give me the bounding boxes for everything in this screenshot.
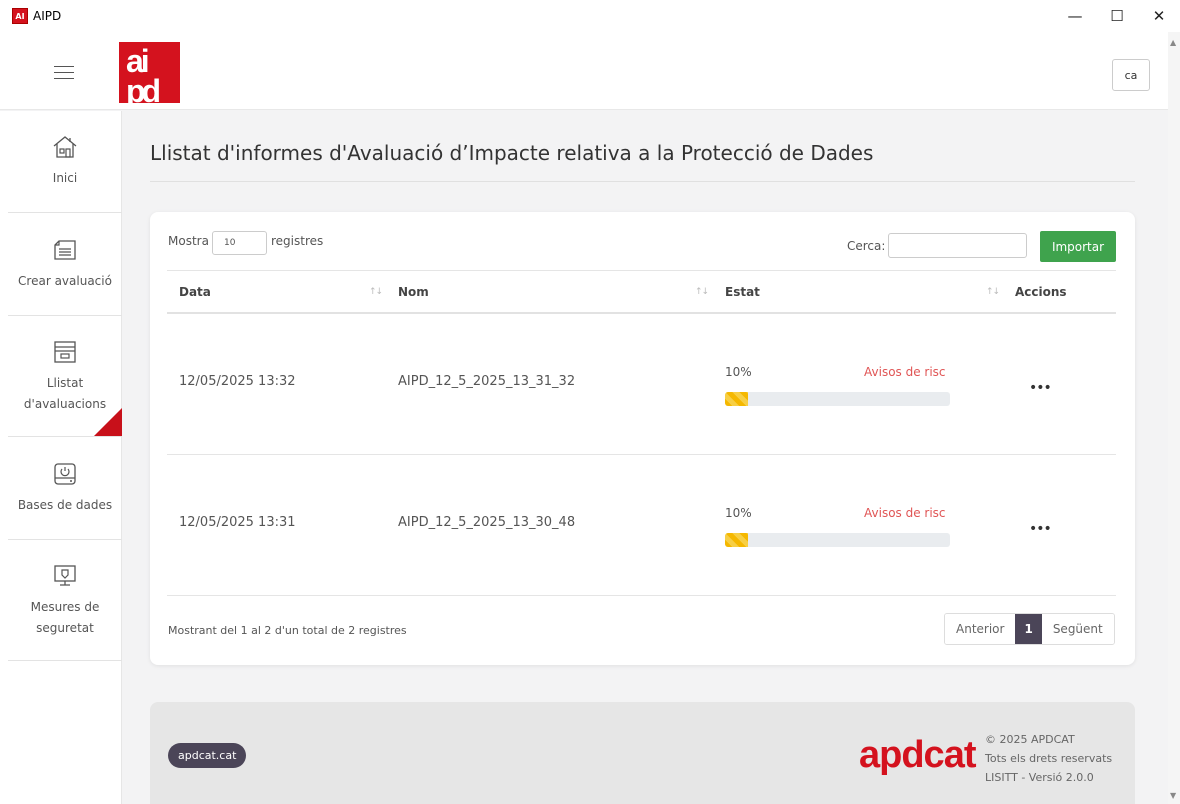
column-header-actions: Accions <box>1015 285 1067 299</box>
evaluations-table-card: Mostra 10 registres Cerca: Importar Data… <box>150 212 1135 665</box>
table-info: Mostrant del 1 al 2 d'un total de 2 regi… <box>168 624 407 637</box>
actions-menu-icon[interactable]: ••• <box>1029 521 1052 537</box>
close-button[interactable]: ✕ <box>1138 0 1180 32</box>
import-button[interactable]: Importar <box>1040 231 1116 262</box>
vertical-scrollbar[interactable]: ▲ ▼ <box>1168 32 1180 804</box>
progress-fill <box>725 533 748 547</box>
sidebar: Inici Crear avaluació Llistat d'avaluaci… <box>0 111 122 804</box>
folder-list-icon <box>54 340 76 363</box>
scroll-up-icon[interactable]: ▲ <box>1170 38 1176 47</box>
footer-info: © 2025 APDCAT Tots els drets reservats L… <box>985 730 1112 787</box>
aipd-logo: ai pd <box>119 42 180 103</box>
pagination: Anterior 1 Següent <box>944 613 1115 645</box>
title-divider <box>150 181 1135 182</box>
table-header: Data ↑↓ Nom ↑↓ Estat ↑↓ Accions <box>167 270 1116 314</box>
security-monitor-icon <box>54 564 76 586</box>
app-icon: AI <box>12 8 28 24</box>
app-header: ai pd ca <box>0 32 1168 110</box>
sort-icon[interactable]: ↑↓ <box>986 287 1000 297</box>
row-name: AIPD_12_5_2025_13_31_32 <box>398 374 576 389</box>
column-header-name[interactable]: Nom <box>398 285 429 299</box>
sidebar-item-create[interactable]: Crear avaluació <box>8 214 122 316</box>
search-input[interactable] <box>888 233 1027 258</box>
svg-text:pd: pd <box>126 73 160 103</box>
actions-menu-icon[interactable]: ••• <box>1029 380 1052 396</box>
page-size-label: Mostra <box>168 234 209 248</box>
table-row: 12/05/2025 13:32 AIPD_12_5_2025_13_31_32… <box>167 314 1116 455</box>
sort-icon[interactable]: ↑↓ <box>369 287 383 297</box>
sidebar-item-label: Mesures de seguretat <box>30 599 100 635</box>
maximize-button[interactable]: ☐ <box>1096 0 1138 32</box>
row-name: AIPD_12_5_2025_13_30_48 <box>398 515 576 530</box>
window-title: AIPD <box>33 9 62 23</box>
sort-icon[interactable]: ↑↓ <box>695 287 709 297</box>
version-text: LISITT - Versió 2.0.0 <box>985 771 1094 784</box>
sidebar-item-list[interactable]: Llistat d'avaluacions <box>8 317 122 437</box>
table-row: 12/05/2025 13:31 AIPD_12_5_2025_13_30_48… <box>167 455 1116 596</box>
home-icon <box>53 136 77 158</box>
progress-bar <box>725 392 950 406</box>
page-title: Llistat d'informes d'Avaluació d’Impacte… <box>150 141 874 165</box>
row-date: 12/05/2025 13:31 <box>179 515 296 530</box>
evaluations-table: Data ↑↓ Nom ↑↓ Estat ↑↓ Accions 12/05/20… <box>167 270 1116 596</box>
language-button[interactable]: ca <box>1112 59 1150 91</box>
new-document-icon <box>54 240 76 260</box>
progress-bar <box>725 533 950 547</box>
apdcat-link[interactable]: apdcat.cat <box>168 743 247 768</box>
progress-label: 10% <box>725 506 752 520</box>
pagination-next-button[interactable]: Següent <box>1041 614 1114 644</box>
sidebar-item-home[interactable]: Inici <box>8 111 122 213</box>
copyright-text: © 2025 APDCAT <box>985 733 1075 746</box>
search-label: Cerca: <box>847 239 886 253</box>
column-header-status[interactable]: Estat <box>725 285 760 299</box>
active-indicator <box>94 408 122 436</box>
progress-label: 10% <box>725 365 752 379</box>
records-label: registres <box>271 234 324 248</box>
sidebar-item-label: Inici <box>52 171 78 185</box>
aipd-logo-mark: ai pd <box>123 43 180 103</box>
sidebar-item-label: Crear avaluació <box>18 274 112 288</box>
risk-warning-link[interactable]: Avisos de risc <box>864 506 946 520</box>
row-date: 12/05/2025 13:32 <box>179 374 296 389</box>
rights-text: Tots els drets reservats <box>985 752 1113 765</box>
window-controls: — ☐ ✕ <box>1054 0 1180 32</box>
apdcat-logo: apdcat <box>859 734 976 776</box>
sidebar-item-databases[interactable]: Bases de dades <box>8 438 122 540</box>
page-size-select[interactable]: 10 <box>212 231 267 255</box>
pagination-page-button[interactable]: 1 <box>1015 614 1042 644</box>
hamburger-menu-icon[interactable] <box>54 66 74 79</box>
column-header-date[interactable]: Data <box>179 285 211 299</box>
footer: apdcat.cat apdcat © 2025 APDCAT Tots els… <box>150 702 1135 804</box>
minimize-button[interactable]: — <box>1054 0 1096 32</box>
pagination-prev-button[interactable]: Anterior <box>945 614 1016 644</box>
database-icon <box>54 463 76 485</box>
sidebar-item-security[interactable]: Mesures de seguretat <box>8 541 122 661</box>
risk-warning-link[interactable]: Avisos de risc <box>864 365 946 379</box>
window-titlebar: AI AIPD — ☐ ✕ <box>0 0 1180 32</box>
progress-fill <box>725 392 748 406</box>
sidebar-item-label: Bases de dades <box>17 498 113 512</box>
scroll-down-icon[interactable]: ▼ <box>1170 791 1176 800</box>
